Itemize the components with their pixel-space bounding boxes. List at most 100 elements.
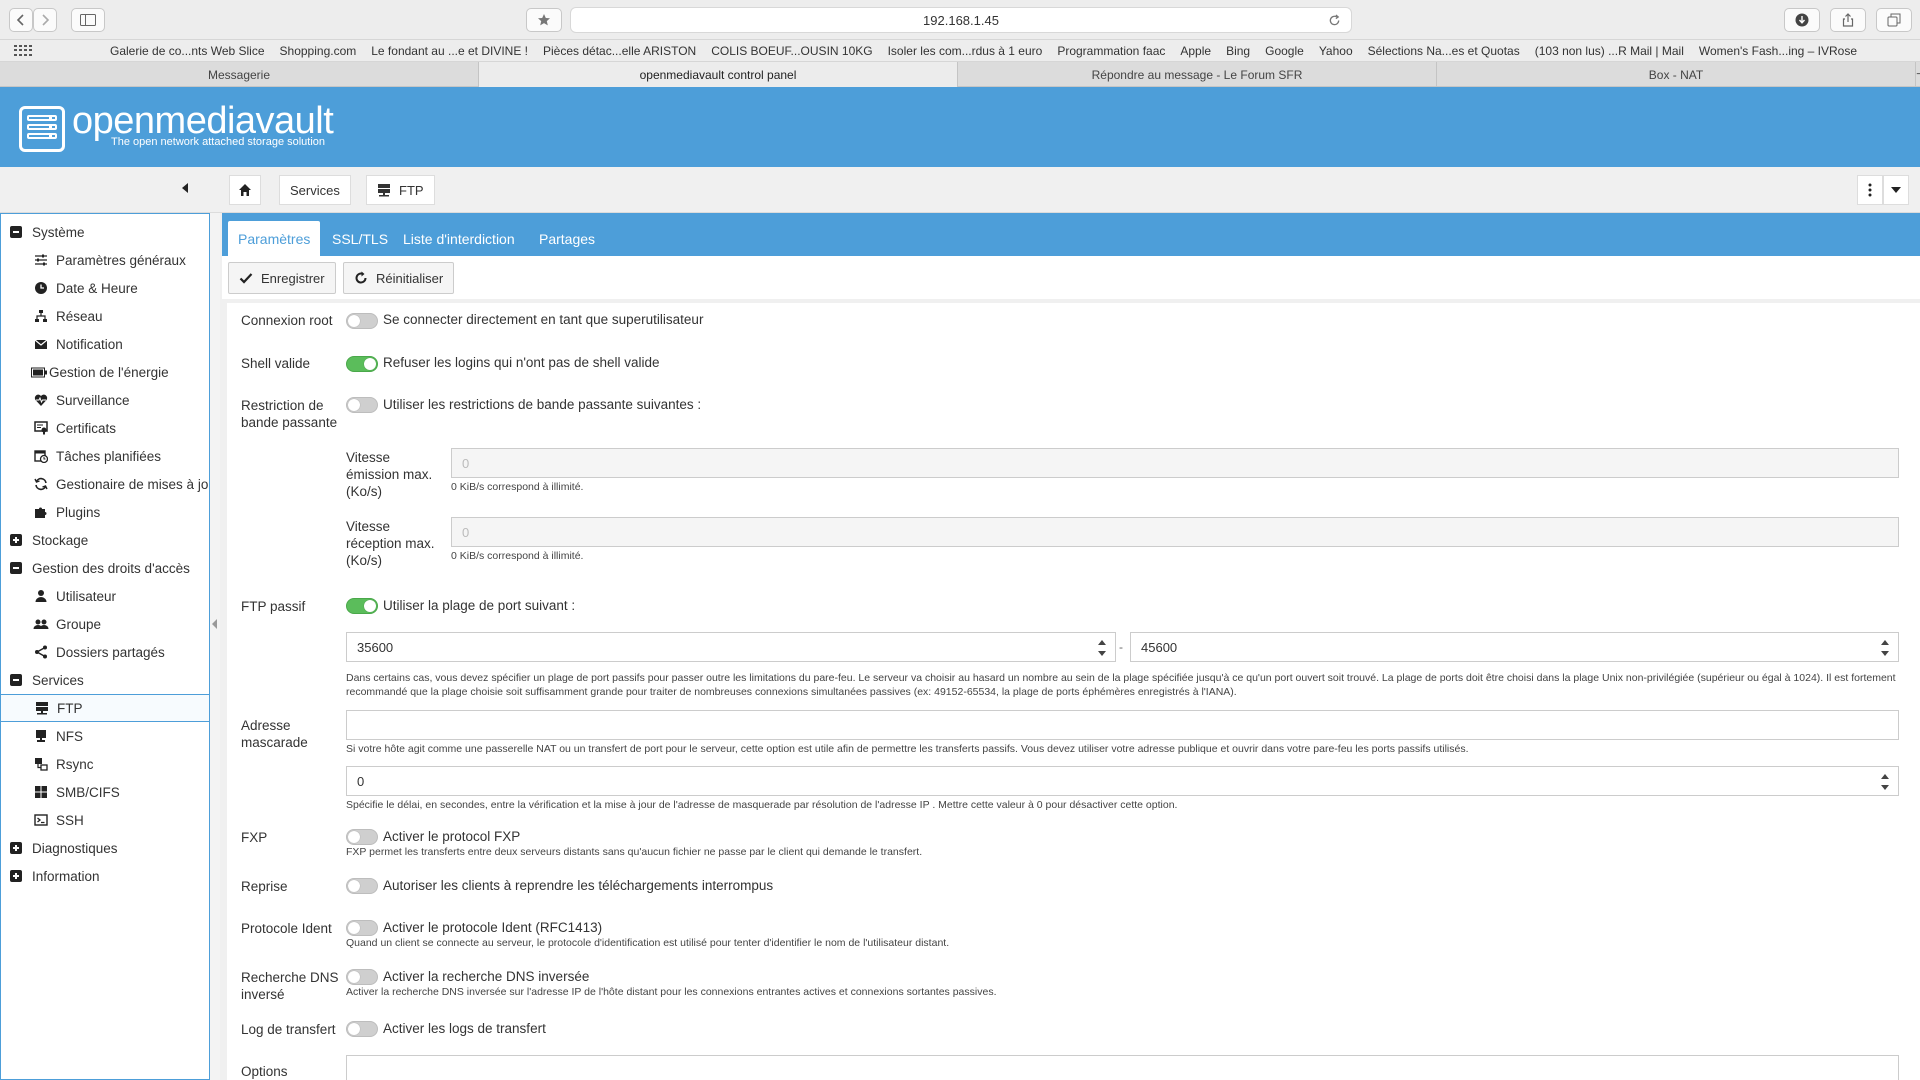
- sidebar-label: Utilisateur: [56, 588, 117, 604]
- favorites-button[interactable]: [526, 8, 562, 32]
- root-login-text: Se connecter directement en tant que sup…: [383, 312, 704, 327]
- valid-shell-label: Shell valide: [241, 356, 311, 371]
- new-tab-button[interactable]: +: [1916, 62, 1920, 87]
- sidebar-item-rsync[interactable]: Rsync: [0, 750, 209, 778]
- share-button[interactable]: [1830, 8, 1866, 32]
- sidebar-category-droits-acces[interactable]: Gestion des droits d'accès: [0, 554, 209, 582]
- bookmark[interactable]: Programmation faac: [1057, 44, 1165, 58]
- sidebar-item-mises-a-jour[interactable]: Gestionaire de mises à jour: [0, 470, 210, 498]
- bookmark[interactable]: Le fondant au ...e et DIVINE !: [371, 44, 528, 58]
- spinner-icon[interactable]: [1098, 640, 1107, 656]
- bookmark[interactable]: Shopping.com: [280, 44, 357, 58]
- valid-shell-toggle[interactable]: [346, 356, 378, 372]
- sidebar-category-services[interactable]: Services: [0, 666, 209, 694]
- tab-liste-interdiction[interactable]: Liste d'interdiction: [393, 221, 525, 256]
- ident-text: Activer le protocole Ident (RFC1413): [383, 920, 603, 935]
- check-icon: [239, 273, 253, 284]
- breadcrumb-ftp[interactable]: FTP: [366, 175, 435, 205]
- sidebar-category-systeme[interactable]: Système: [0, 218, 209, 246]
- transfer-log-toggle[interactable]: [346, 1021, 378, 1037]
- sidebar-item-ftp[interactable]: FTP: [0, 694, 209, 722]
- bookmark[interactable]: Galerie de co...nts Web Slice: [110, 44, 265, 58]
- splitter-arrow-icon[interactable]: [212, 619, 217, 629]
- port-min-input[interactable]: 35600: [346, 632, 1116, 662]
- bandwidth-toggle[interactable]: [346, 397, 378, 413]
- browser-tab-active[interactable]: openmediavault control panel: [479, 62, 958, 87]
- port-separator: -: [1119, 640, 1123, 654]
- root-login-label: Connexion root: [241, 313, 333, 328]
- downloads-button[interactable]: [1784, 8, 1820, 32]
- tab-partages[interactable]: Partages: [529, 221, 605, 256]
- bookmark[interactable]: (103 non lus) ...R Mail | Mail: [1535, 44, 1684, 58]
- server-logo-icon: [19, 106, 65, 152]
- spinner-icon[interactable]: [1881, 774, 1890, 790]
- bookmark[interactable]: Isoler les com...rdus à 1 euro: [888, 44, 1043, 58]
- collapse-sidebar-icon[interactable]: [182, 183, 188, 193]
- home-button[interactable]: [229, 175, 261, 205]
- browser-tab[interactable]: Répondre au message - Le Forum SFR: [958, 62, 1437, 87]
- sidebar-label: Gestionaire de mises à jour: [56, 476, 210, 492]
- sidebar-item-groupe[interactable]: Groupe: [0, 610, 209, 638]
- spinner-icon[interactable]: [1881, 640, 1890, 656]
- tab-ssl-tls[interactable]: SSL/TLS: [322, 221, 398, 256]
- save-button[interactable]: Enregistrer: [228, 262, 336, 294]
- sidebar-item-dossiers-partages[interactable]: Dossiers partagés: [0, 638, 209, 666]
- passive-ftp-toggle[interactable]: [346, 598, 378, 614]
- rsync-icon: [33, 756, 49, 772]
- browser-tab[interactable]: Messagerie: [0, 62, 479, 87]
- bookmark[interactable]: Pièces détac...elle ARISTON: [543, 44, 696, 58]
- sidebar-toggle-button[interactable]: [71, 8, 105, 32]
- sidebar-item-certificats[interactable]: Certificats: [0, 414, 209, 442]
- address-bar[interactable]: 192.168.1.45: [570, 7, 1352, 33]
- root-login-toggle[interactable]: [346, 313, 378, 329]
- breadcrumb-services[interactable]: Services: [279, 175, 351, 205]
- bookmark[interactable]: Sélections Na...es et Quotas: [1368, 44, 1520, 58]
- reset-button[interactable]: Réinitialiser: [343, 262, 455, 294]
- forward-button[interactable]: [33, 8, 57, 32]
- more-menu-button[interactable]: [1857, 175, 1883, 205]
- download-speed-input[interactable]: 0: [451, 517, 1899, 547]
- sidebar-category-stockage[interactable]: Stockage: [0, 526, 209, 554]
- bandwidth-label: Restriction de bande passante: [241, 398, 338, 430]
- sidebar-item-taches-planifiees[interactable]: Tâches planifiées: [0, 442, 209, 470]
- sidebar-item-smb-cifs[interactable]: SMB/CIFS: [0, 778, 209, 806]
- bookmark[interactable]: Women's Fash...ing – IVRose: [1699, 44, 1857, 58]
- port-min-value: 35600: [357, 639, 394, 655]
- bookmark[interactable]: COLIS BOEUF...OUSIN 10KG: [711, 44, 872, 58]
- reverse-dns-toggle[interactable]: [346, 969, 378, 985]
- masquerade-delay-input[interactable]: 0: [346, 766, 1899, 796]
- sidebar-item-reseau[interactable]: Réseau: [0, 302, 209, 330]
- ident-toggle[interactable]: [346, 920, 378, 936]
- sidebar-item-notification[interactable]: Notification: [0, 330, 209, 358]
- browser-tab[interactable]: Box - NAT: [1437, 62, 1916, 87]
- masquerade-address-input[interactable]: [346, 710, 1899, 740]
- tabs-overview-button[interactable]: [1876, 8, 1912, 32]
- upload-speed-input[interactable]: 0: [451, 448, 1899, 478]
- sidebar-category-information[interactable]: Information: [0, 862, 209, 890]
- sidebar-category-diagnostiques[interactable]: Diagnostiques: [0, 834, 209, 862]
- sidebar-splitter[interactable]: [210, 213, 220, 1080]
- sidebar-item-nfs[interactable]: NFS: [0, 722, 209, 750]
- sidebar-item-date-heure[interactable]: Date & Heure: [0, 274, 209, 302]
- reload-icon[interactable]: [1328, 14, 1341, 27]
- grid-icon[interactable]: [14, 44, 32, 57]
- server-icon: [34, 700, 50, 716]
- sidebar-item-surveillance[interactable]: Surveillance: [0, 386, 209, 414]
- bookmark[interactable]: Yahoo: [1319, 44, 1353, 58]
- resume-toggle[interactable]: [346, 878, 378, 894]
- dropdown-button[interactable]: [1883, 175, 1909, 205]
- options-textarea[interactable]: [346, 1055, 1899, 1080]
- fxp-toggle[interactable]: [346, 829, 378, 845]
- sidebar-item-utilisateur[interactable]: Utilisateur: [0, 582, 209, 610]
- back-button[interactable]: [9, 8, 33, 32]
- sidebar-item-parametres-generaux[interactable]: Paramètres généraux: [0, 246, 209, 274]
- port-max-input[interactable]: 45600: [1130, 632, 1899, 662]
- bookmark[interactable]: Bing: [1226, 44, 1250, 58]
- sidebar-item-ssh[interactable]: SSH: [0, 806, 209, 834]
- bookmark[interactable]: Apple: [1180, 44, 1211, 58]
- bookmark[interactable]: Google: [1265, 44, 1304, 58]
- sidebar-label: Plugins: [56, 504, 101, 520]
- sidebar-item-energie[interactable]: Gestion de l'énergie: [0, 358, 209, 386]
- sidebar-item-plugins[interactable]: Plugins: [0, 498, 209, 526]
- tab-parametres[interactable]: Paramètres: [228, 221, 321, 256]
